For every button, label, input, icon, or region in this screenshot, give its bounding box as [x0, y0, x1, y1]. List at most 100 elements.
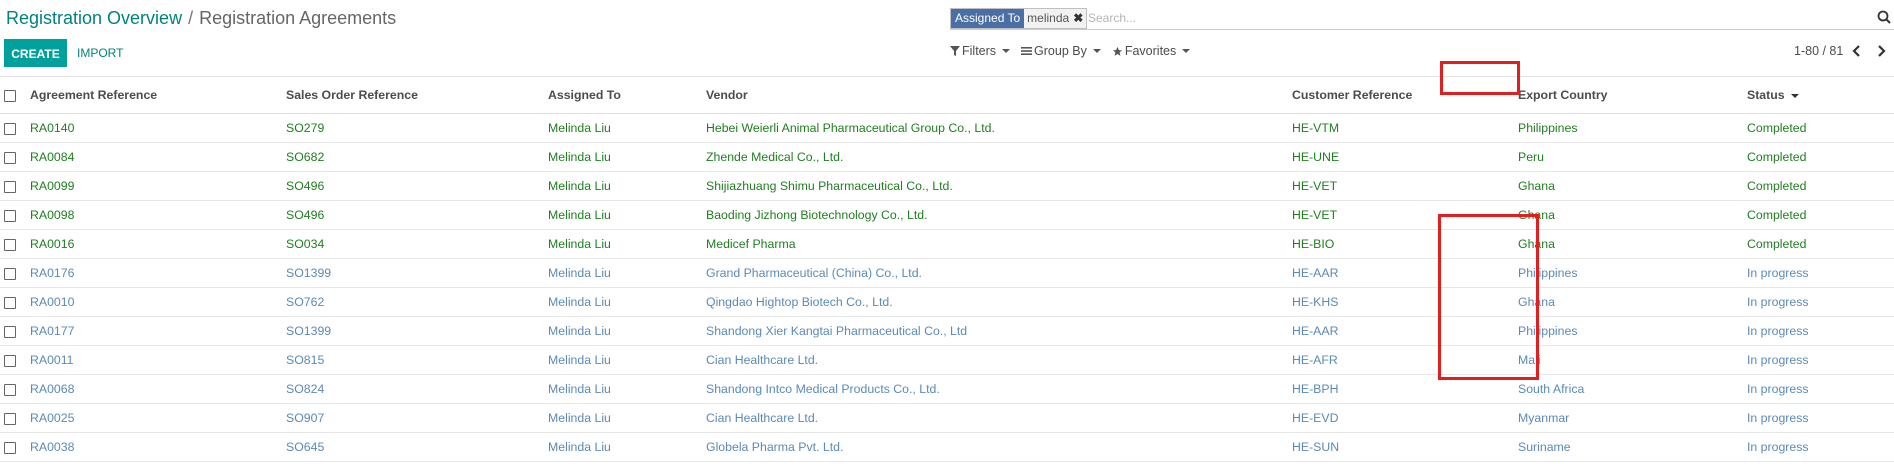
row-checkbox[interactable]	[4, 412, 16, 425]
assigned-to-cell[interactable]: Melinda Liu	[548, 142, 706, 172]
table-row[interactable]: RA0016 SO034 Melinda Liu Medicef Pharma HE-B…	[0, 229, 1894, 259]
agreement-reference-cell[interactable]: RA0025	[30, 403, 286, 433]
customer-reference-cell[interactable]: HE-BPH	[1292, 374, 1518, 404]
row-checkbox[interactable]	[4, 151, 16, 164]
favorites-dropdown[interactable]: Favorites	[1112, 44, 1191, 58]
table-row[interactable]: RA0038 SO645 Melinda Liu Globela Pharma Pvt…	[0, 432, 1894, 462]
status-cell[interactable]: Completed	[1747, 142, 1894, 172]
row-checkbox[interactable]	[4, 296, 16, 309]
sales-order-reference-cell[interactable]: SO1399	[286, 316, 548, 346]
vendor-cell[interactable]: Qingdao Hightop Biotech Co., Ltd.	[706, 287, 1292, 317]
status-cell[interactable]: In progress	[1747, 258, 1894, 288]
assigned-to-cell[interactable]: Melinda Liu	[548, 374, 706, 404]
assigned-to-cell[interactable]: Melinda Liu	[548, 229, 706, 259]
row-checkbox[interactable]	[4, 383, 16, 396]
sales-order-reference-cell[interactable]: SO824	[286, 374, 548, 404]
agreement-reference-cell[interactable]: RA0098	[30, 200, 286, 230]
column-header[interactable]: Assigned To	[548, 77, 706, 114]
row-checkbox[interactable]	[4, 122, 16, 135]
customer-reference-cell[interactable]: HE-KHS	[1292, 287, 1518, 317]
export-country-cell[interactable]: Suriname	[1518, 432, 1747, 462]
search-icon[interactable]	[1876, 9, 1892, 25]
column-header[interactable]: Sales Order Reference	[286, 77, 548, 114]
table-row[interactable]: RA0176 SO1399 Melinda Liu Grand Pharmaceuti…	[0, 258, 1894, 288]
export-country-cell[interactable]: Ghana	[1518, 229, 1747, 259]
customer-reference-cell[interactable]: HE-AFR	[1292, 345, 1518, 375]
agreement-reference-cell[interactable]: RA0010	[30, 287, 286, 317]
vendor-cell[interactable]: Cian Healthcare Ltd.	[706, 403, 1292, 433]
sales-order-reference-cell[interactable]: SO496	[286, 171, 548, 201]
assigned-to-cell[interactable]: Melinda Liu	[548, 316, 706, 346]
customer-reference-cell[interactable]: HE-UNE	[1292, 142, 1518, 172]
select-all-checkbox[interactable]	[4, 89, 16, 102]
vendor-cell[interactable]: Hebei Weierli Animal Pharmaceutical Grou…	[706, 113, 1292, 143]
table-row[interactable]: RA0068 SO824 Melinda Liu Shandong Intco Med…	[0, 374, 1894, 404]
customer-reference-cell[interactable]: HE-SUN	[1292, 432, 1518, 462]
vendor-cell[interactable]: Shandong Intco Medical Products Co., Ltd…	[706, 374, 1292, 404]
status-cell[interactable]: Completed	[1747, 113, 1894, 143]
status-cell[interactable]: In progress	[1747, 432, 1894, 462]
assigned-to-cell[interactable]: Melinda Liu	[548, 432, 706, 462]
sales-order-reference-cell[interactable]: SO815	[286, 345, 548, 375]
sales-order-reference-cell[interactable]: SO645	[286, 432, 548, 462]
sales-order-reference-cell[interactable]: SO1399	[286, 258, 548, 288]
customer-reference-cell[interactable]: HE-VET	[1292, 200, 1518, 230]
import-button[interactable]: IMPORT	[77, 39, 123, 67]
customer-reference-cell[interactable]: HE-AAR	[1292, 258, 1518, 288]
sales-order-reference-cell[interactable]: SO907	[286, 403, 548, 433]
chevron-left-icon[interactable]	[1851, 44, 1863, 58]
agreement-reference-cell[interactable]: RA0068	[30, 374, 286, 404]
assigned-to-cell[interactable]: Melinda Liu	[548, 200, 706, 230]
export-country-cell[interactable]: Philippines	[1518, 258, 1747, 288]
chevron-right-icon[interactable]	[1875, 44, 1887, 58]
agreement-reference-cell[interactable]: RA0177	[30, 316, 286, 346]
vendor-cell[interactable]: Baoding Jizhong Biotechnology Co., Ltd.	[706, 200, 1292, 230]
assigned-to-cell[interactable]: Melinda Liu	[548, 171, 706, 201]
assigned-to-cell[interactable]: Melinda Liu	[548, 403, 706, 433]
create-button[interactable]: CREATE	[4, 39, 67, 67]
export-country-cell[interactable]: Philippines	[1518, 316, 1747, 346]
pager-value[interactable]: 1-80 / 81	[1794, 44, 1843, 58]
vendor-cell[interactable]: Medicef Pharma	[706, 229, 1292, 259]
vendor-cell[interactable]: Shandong Xier Kangtai Pharmaceutical Co.…	[706, 316, 1292, 346]
row-checkbox[interactable]	[4, 325, 16, 338]
breadcrumb-root-link[interactable]: Registration Overview	[6, 8, 182, 28]
sales-order-reference-cell[interactable]: SO034	[286, 229, 548, 259]
export-country-cell[interactable]: Ghana	[1518, 171, 1747, 201]
table-row[interactable]: RA0177 SO1399 Melinda Liu Shandong Xier Kan…	[0, 316, 1894, 346]
row-checkbox[interactable]	[4, 238, 16, 251]
filters-dropdown[interactable]: Filters	[950, 44, 1011, 58]
row-checkbox[interactable]	[4, 180, 16, 193]
group-by-dropdown[interactable]: Group By	[1021, 44, 1101, 58]
export-country-cell[interactable]: Philippines	[1518, 113, 1747, 143]
status-cell[interactable]: In progress	[1747, 345, 1894, 375]
agreement-reference-cell[interactable]: RA0011	[30, 345, 286, 375]
table-row[interactable]: RA0025 SO907 Melinda Liu Cian Healthcare Lt…	[0, 403, 1894, 433]
column-header[interactable]: Export Country	[1518, 77, 1747, 114]
sales-order-reference-cell[interactable]: SO762	[286, 287, 548, 317]
table-row[interactable]: RA0140 SO279 Melinda Liu Hebei Weierli Anim…	[0, 113, 1894, 143]
status-cell[interactable]: In progress	[1747, 403, 1894, 433]
status-cell[interactable]: In progress	[1747, 316, 1894, 346]
status-cell[interactable]: Completed	[1747, 200, 1894, 230]
customer-reference-cell[interactable]: HE-VTM	[1292, 113, 1518, 143]
vendor-cell[interactable]: Globela Pharma Pvt. Ltd.	[706, 432, 1292, 462]
export-country-cell[interactable]: Ghana	[1518, 287, 1747, 317]
status-cell[interactable]: In progress	[1747, 287, 1894, 317]
table-row[interactable]: RA0098 SO496 Melinda Liu Baoding Jizhong Bi…	[0, 200, 1894, 230]
status-cell[interactable]: Completed	[1747, 171, 1894, 201]
customer-reference-cell[interactable]: HE-VET	[1292, 171, 1518, 201]
status-cell[interactable]: Completed	[1747, 229, 1894, 259]
table-row[interactable]: RA0011 SO815 Melinda Liu Cian Healthcare Lt…	[0, 345, 1894, 375]
sales-order-reference-cell[interactable]: SO682	[286, 142, 548, 172]
table-row[interactable]: RA0084 SO682 Melinda Liu Zhende Medical Co.…	[0, 142, 1894, 172]
vendor-cell[interactable]: Cian Healthcare Ltd.	[706, 345, 1292, 375]
export-country-cell[interactable]: Mali	[1518, 345, 1747, 375]
export-country-cell[interactable]: Ghana	[1518, 200, 1747, 230]
agreement-reference-cell[interactable]: RA0038	[30, 432, 286, 462]
assigned-to-cell[interactable]: Melinda Liu	[548, 345, 706, 375]
vendor-cell[interactable]: Grand Pharmaceutical (China) Co., Ltd.	[706, 258, 1292, 288]
status-cell[interactable]: In progress	[1747, 374, 1894, 404]
table-row[interactable]: RA0010 SO762 Melinda Liu Qingdao Hightop Bi…	[0, 287, 1894, 317]
export-country-cell[interactable]: Myanmar	[1518, 403, 1747, 433]
